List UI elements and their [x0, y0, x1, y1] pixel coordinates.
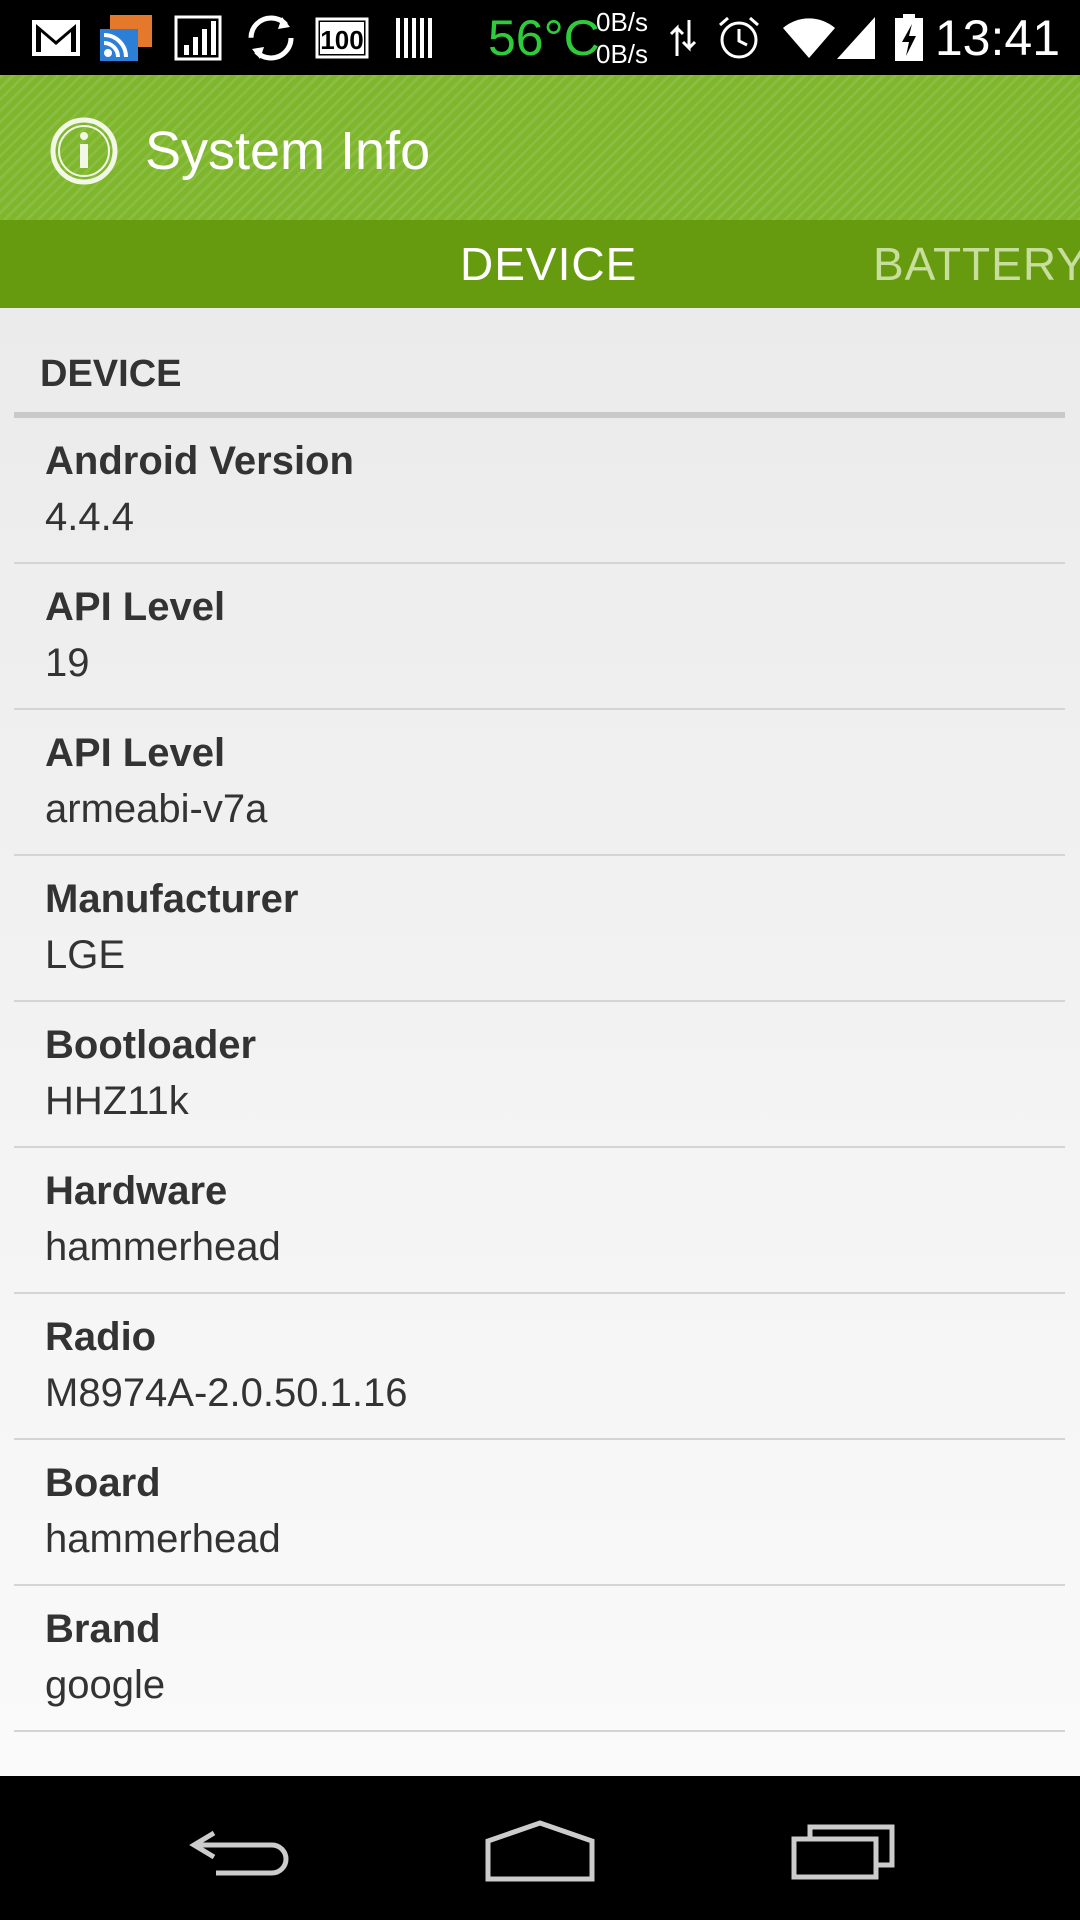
- upload-speed: 0B/s: [596, 7, 649, 37]
- sync-icon: [244, 10, 298, 66]
- data-arrows-icon: [666, 10, 700, 66]
- battery-charging-icon: [892, 10, 926, 66]
- wifi-icon: [780, 10, 838, 66]
- battery-badge-text: 100: [320, 25, 363, 55]
- section-header: DEVICE: [14, 308, 1065, 418]
- list-item[interactable]: Radio M8974A-2.0.50.1.16: [14, 1294, 1065, 1440]
- app-title: System Info: [145, 121, 431, 181]
- screen: 100 56°C 0B/s 0B/s 13:41 System Info DEV…: [0, 0, 1080, 1920]
- info-list: Android Version 4.4.4 API Level 19 API L…: [14, 418, 1065, 1732]
- item-value: armeabi-v7a: [45, 787, 268, 831]
- item-label: Hardware: [45, 1169, 228, 1213]
- temperature-readout: 56°C: [488, 10, 600, 66]
- item-label: Bootloader: [45, 1023, 257, 1067]
- clock: 13:41: [934, 10, 1060, 66]
- item-value: google: [45, 1663, 166, 1707]
- navigation-bar: [0, 1776, 1080, 1920]
- network-speed: 0B/s 0B/s: [596, 6, 666, 70]
- list-item[interactable]: Board hammerhead: [14, 1440, 1065, 1586]
- item-label: Manufacturer: [45, 877, 299, 921]
- tab-device[interactable]: DEVICE: [460, 220, 637, 308]
- cell-signal-icon: [834, 10, 878, 66]
- item-value: M8974A-2.0.50.1.16: [45, 1371, 408, 1415]
- list-item[interactable]: Hardware hammerhead: [14, 1148, 1065, 1294]
- info-icon[interactable]: [48, 115, 120, 187]
- item-label: Radio: [45, 1315, 157, 1359]
- item-label: Android Version: [45, 439, 354, 483]
- recents-icon[interactable]: [778, 1806, 908, 1896]
- item-label: API Level: [45, 731, 226, 775]
- list-item[interactable]: Bootloader HHZ11k: [14, 1002, 1065, 1148]
- action-bar: System Info: [0, 75, 1080, 220]
- barcode-icon: [392, 10, 436, 66]
- item-label: Brand: [45, 1607, 161, 1651]
- list-item[interactable]: Android Version 4.4.4: [14, 418, 1065, 564]
- download-speed: 0B/s: [596, 39, 649, 69]
- item-value: LGE: [45, 933, 126, 977]
- list-item[interactable]: Manufacturer LGE: [14, 856, 1065, 1002]
- tab-bar: DEVICE BATTERY: [0, 220, 1080, 308]
- item-label: Board: [45, 1461, 161, 1505]
- list-item[interactable]: Brand google: [14, 1586, 1065, 1732]
- item-value: HHZ11k: [45, 1079, 189, 1123]
- item-value: hammerhead: [45, 1517, 281, 1561]
- rss-icon: [98, 10, 154, 66]
- alarm-icon: [714, 10, 764, 66]
- item-value: 19: [45, 641, 90, 685]
- item-value: 4.4.4: [45, 495, 134, 539]
- tab-battery[interactable]: BATTERY: [873, 220, 1080, 308]
- back-icon[interactable]: [174, 1806, 304, 1896]
- item-value: hammerhead: [45, 1225, 281, 1269]
- section-title: DEVICE: [40, 353, 182, 395]
- list-item[interactable]: API Level armeabi-v7a: [14, 710, 1065, 856]
- gmail-icon: [28, 10, 84, 66]
- status-bar: 100 56°C 0B/s 0B/s 13:41: [0, 0, 1080, 75]
- battery-100-icon: 100: [314, 10, 370, 66]
- device-info-list[interactable]: DEVICE Android Version 4.4.4 API Level 1…: [0, 308, 1080, 1776]
- signal-chart-icon: [172, 10, 224, 66]
- list-item[interactable]: API Level 19: [14, 564, 1065, 710]
- home-icon[interactable]: [475, 1806, 605, 1896]
- item-label: API Level: [45, 585, 226, 629]
